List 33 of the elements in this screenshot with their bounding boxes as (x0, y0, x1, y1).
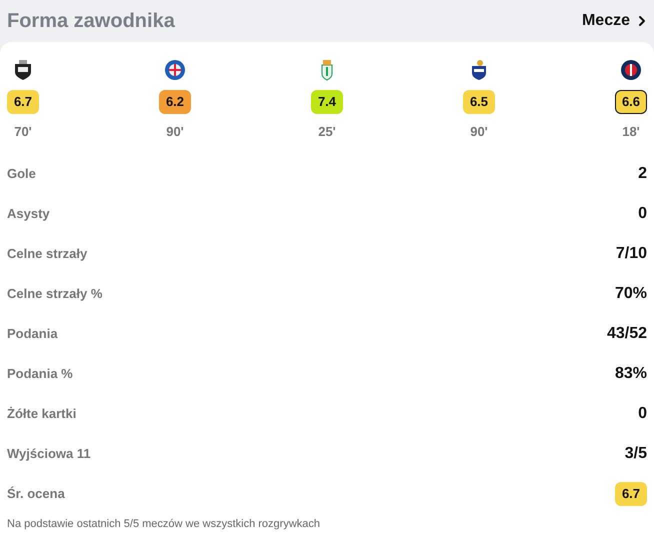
minutes-played: 70' (14, 123, 32, 141)
club-crest-icon (619, 58, 643, 82)
stat-label: Celne strzały (7, 244, 88, 263)
stat-label: Śr. ocena (7, 484, 65, 503)
rating-badge: 6.7 (7, 90, 39, 114)
rating-badge: 6.5 (463, 90, 495, 114)
stat-label: Podania (7, 324, 58, 343)
stat-label: Wyjściowa 11 (7, 444, 91, 463)
stat-label: Celne strzały % (7, 284, 102, 303)
matches-link[interactable]: Mecze (582, 9, 650, 33)
club-crest-icon (163, 58, 187, 82)
stat-value: 83% (614, 364, 647, 384)
stat-value: 7/10 (616, 244, 647, 264)
rating-badge: 6.2 (159, 90, 191, 114)
stat-label: Podania % (7, 364, 73, 383)
stat-label: Asysty (7, 204, 50, 223)
rating-badge: 6.6 (615, 90, 647, 114)
minutes-played: 25' (318, 123, 336, 141)
rating-badge: 7.4 (311, 90, 343, 114)
stat-value: 43/52 (606, 324, 647, 344)
stat-label: Żółte kartki (7, 404, 76, 423)
minutes-played: 18' (622, 123, 640, 141)
minutes-played: 90' (470, 123, 488, 141)
stat-value: 0 (638, 404, 647, 424)
stat-value: 0 (638, 204, 647, 224)
section-title: Forma zawodnika (7, 9, 175, 34)
rating-badge: 6.7 (615, 482, 647, 506)
stat-value: 70% (614, 284, 647, 304)
minutes-played: 90' (166, 123, 184, 141)
stat-label: Gole (7, 164, 36, 183)
stat-value: 3/5 (624, 444, 647, 464)
stat-value: 2 (638, 164, 647, 184)
footnote: Na podstawie ostatnich 5/5 meczów we wszystkich rozgrywkach (7, 516, 322, 532)
